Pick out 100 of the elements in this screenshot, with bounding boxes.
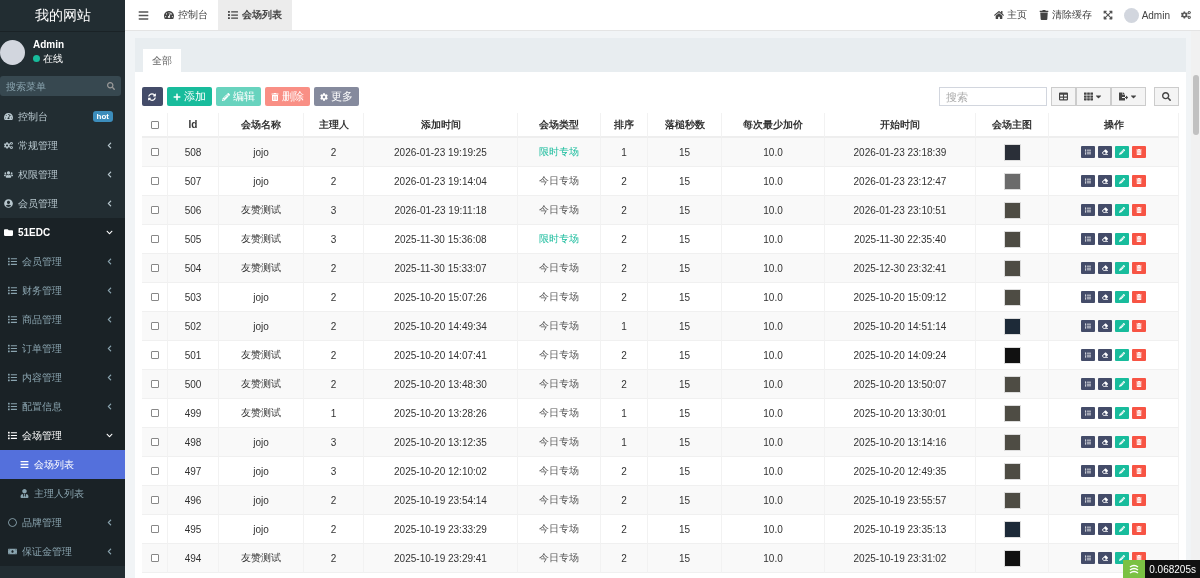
detail-button[interactable] [1081,378,1095,390]
checkbox[interactable] [150,264,159,272]
delete-button[interactable] [1132,146,1146,158]
delete-button[interactable] [1132,291,1146,303]
detail-button[interactable] [1081,175,1095,187]
checkbox[interactable] [150,351,159,359]
photo-placeholder[interactable] [1003,230,1021,248]
sidebar-item[interactable]: 会场管理 [0,421,125,450]
detail-button[interactable] [1081,407,1095,419]
sidebar-item[interactable]: 常规管理 [0,131,125,160]
photo-placeholder[interactable] [1003,404,1021,422]
sidebar-item[interactable]: 控制台 hot [0,102,125,131]
sidebar-item[interactable]: 会场列表 [0,450,125,479]
checkbox[interactable] [150,235,159,243]
delete-button[interactable] [1132,378,1146,390]
eraser-button[interactable] [1098,175,1112,187]
sidebar-item[interactable]: 主理人列表 [0,479,125,508]
detail-button[interactable] [1081,320,1095,332]
delete-button[interactable] [1132,175,1146,187]
grid-button[interactable] [1076,87,1111,106]
detail-button[interactable] [1081,523,1095,535]
checkbox[interactable] [150,148,159,156]
detail-button[interactable] [1081,494,1095,506]
detail-button[interactable] [1081,349,1095,361]
checkbox[interactable] [150,554,159,562]
sidebar-item[interactable]: 权限管理 [0,160,125,189]
eraser-button[interactable] [1098,291,1112,303]
detail-button[interactable] [1081,552,1095,564]
photo-placeholder[interactable] [1003,288,1021,306]
eraser-button[interactable] [1098,494,1112,506]
sidebar-item[interactable]: 会员管理 [0,247,125,276]
scrollbar-thumb[interactable] [1192,75,1199,135]
debug-time-toast[interactable]: 0.068205s [1145,560,1200,578]
delete-button[interactable] [1132,465,1146,477]
photo-placeholder[interactable] [1003,201,1021,219]
nav-tab[interactable]: 会场列表 [218,0,292,30]
sidebar-item[interactable]: 财务管理 [0,276,125,305]
checkbox[interactable] [150,525,159,533]
search-field[interactable]: 搜索 [939,87,1047,106]
checkbox[interactable] [150,206,159,214]
sidebar-item[interactable]: 订单管理 [0,334,125,363]
delete-button[interactable] [1132,436,1146,448]
detail-button[interactable] [1081,204,1095,216]
checkbox[interactable] [150,438,159,446]
export-button[interactable] [1111,87,1146,106]
photo-placeholder[interactable] [1003,462,1021,480]
checkbox[interactable] [150,177,159,185]
nav-link[interactable]: 清除缓存 [1032,8,1098,22]
delete-button[interactable] [1132,407,1146,419]
delete-button[interactable] [1132,204,1146,216]
eraser-button[interactable] [1098,262,1112,274]
sidebar-item[interactable]: 保证金管理 [0,537,125,566]
eraser-button[interactable] [1098,378,1112,390]
checkbox[interactable] [150,322,159,330]
eraser-button[interactable] [1098,233,1112,245]
sidebar-item[interactable]: 商品管理 [0,305,125,334]
eraser-button[interactable] [1098,465,1112,477]
detail-button[interactable] [1081,233,1095,245]
eraser-button[interactable] [1098,204,1112,216]
detail-button[interactable] [1081,146,1095,158]
photo-placeholder[interactable] [1003,491,1021,509]
eraser-button[interactable] [1098,146,1112,158]
sidebar-item[interactable]: 内容管理 [0,363,125,392]
settings-icon[interactable] [1181,10,1191,20]
detail-button[interactable] [1081,291,1095,303]
eraser-button[interactable] [1098,523,1112,535]
sidebar-item[interactable]: 会员管理 [0,189,125,218]
delete-button[interactable] [1132,523,1146,535]
checkbox[interactable] [150,467,159,475]
sidebar-item[interactable]: 配置信息 [0,392,125,421]
photo-placeholder[interactable] [1003,375,1021,393]
menu-icon[interactable] [138,9,149,21]
detail-button[interactable] [1081,436,1095,448]
photo-placeholder[interactable] [1003,549,1021,567]
sidebar-item[interactable]: 51EDC [0,218,125,247]
delete-button[interactable] [1132,320,1146,332]
eraser-button[interactable] [1098,436,1112,448]
detail-button[interactable] [1081,465,1095,477]
photo-placeholder[interactable] [1003,317,1021,335]
scrollbar[interactable] [1191,31,1200,560]
delete-button[interactable] [1132,494,1146,506]
columns-button[interactable] [1051,87,1076,106]
eraser-button[interactable] [1098,552,1112,564]
photo-placeholder[interactable] [1003,143,1021,161]
checkbox[interactable] [150,496,159,504]
checkbox[interactable] [150,120,159,129]
photo-placeholder[interactable] [1003,520,1021,538]
user-menu[interactable]: Admin [1117,7,1176,23]
eraser-button[interactable] [1098,320,1112,332]
refresh-button[interactable] [142,87,163,106]
detail-button[interactable] [1081,262,1095,274]
sidebar-item[interactable]: 品牌管理 [0,508,125,537]
eraser-button[interactable] [1098,407,1112,419]
delete-button[interactable] [1132,262,1146,274]
delete-button[interactable] [1132,233,1146,245]
eraser-button[interactable] [1098,349,1112,361]
photo-placeholder[interactable] [1003,433,1021,451]
photo-placeholder[interactable] [1003,346,1021,364]
photo-placeholder[interactable] [1003,259,1021,277]
nav-link[interactable]: 主页 [987,8,1033,22]
